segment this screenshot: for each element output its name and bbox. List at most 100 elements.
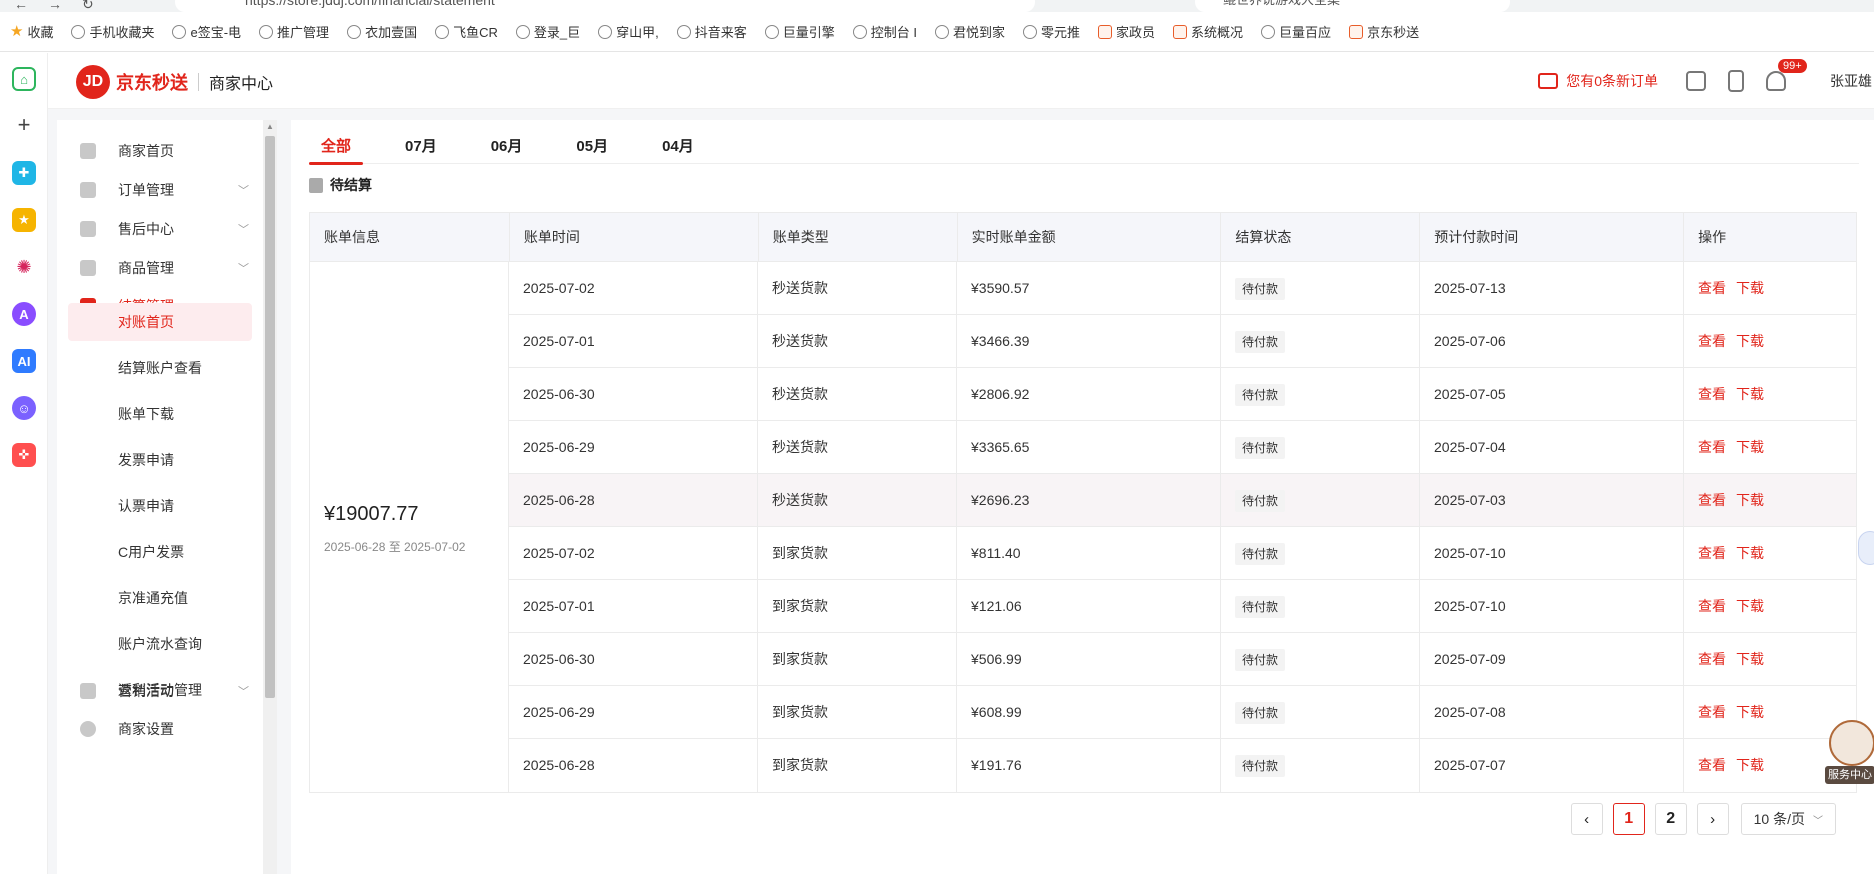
view-link[interactable]: 查看 — [1698, 492, 1726, 508]
scrollbar-thumb[interactable] — [265, 136, 275, 698]
sidebar-item-aftersales[interactable]: 售后中心 ﹀ — [57, 209, 263, 249]
printer-icon[interactable] — [1686, 71, 1706, 91]
bookmark-item[interactable]: ★ 收藏 — [10, 22, 53, 41]
bookmark-item[interactable]: 衣加壹国 — [347, 22, 417, 41]
bookmark-item[interactable]: 京东秒送 — [1349, 22, 1419, 41]
tablet-icon[interactable] — [1728, 70, 1744, 92]
add-icon[interactable]: + — [12, 112, 36, 137]
pay-date-cell: 2025-07-06 — [1420, 315, 1684, 367]
service-center-button[interactable]: 服务中心 — [1825, 720, 1874, 786]
view-link[interactable]: 查看 — [1698, 280, 1726, 296]
bookmark-item[interactable]: 推广管理 — [259, 22, 329, 41]
sidebar-scrollbar[interactable]: ▲ — [263, 120, 277, 874]
bookmark-label: 系统概况 — [1191, 25, 1244, 40]
download-link[interactable]: 下载 — [1736, 545, 1764, 561]
app-icon-1[interactable]: ✚ — [12, 161, 36, 185]
ai-icon-1[interactable]: A — [12, 302, 36, 326]
sidebar-subitem[interactable]: 认票申请 — [68, 487, 252, 525]
download-link[interactable]: 下载 — [1736, 333, 1764, 349]
view-link[interactable]: 查看 — [1698, 545, 1726, 561]
download-link[interactable]: 下载 — [1736, 386, 1764, 402]
sidebar-subitem[interactable]: 对账首页 — [68, 303, 252, 341]
sidebar-item-orders[interactable]: 订单管理 ﹀ — [57, 170, 263, 210]
favicon-icon — [347, 24, 362, 39]
favicon-icon — [259, 24, 274, 39]
download-link[interactable]: 下载 — [1736, 439, 1764, 455]
forward-icon[interactable]: → — [48, 0, 62, 12]
download-link[interactable]: 下载 — [1736, 598, 1764, 614]
game-icon[interactable]: ✜ — [12, 443, 36, 467]
view-link[interactable]: 查看 — [1698, 651, 1726, 667]
prev-page-button[interactable]: ‹ — [1570, 803, 1603, 835]
bookmark-item[interactable]: 系统概况 — [1173, 22, 1243, 41]
status-cell: 待付款 — [1221, 315, 1420, 367]
download-link[interactable]: 下载 — [1736, 704, 1764, 720]
sidebar-item-home[interactable]: 商家首页 — [57, 131, 263, 171]
bill-type-cell: 到家货款 — [758, 686, 957, 738]
tab-month[interactable]: 07月 — [393, 120, 449, 164]
app-icon-3[interactable]: ✺ — [12, 255, 36, 279]
status-badge: 待付款 — [1235, 437, 1286, 460]
tab-month[interactable]: 全部 — [309, 120, 364, 165]
back-icon[interactable]: ← — [14, 0, 28, 12]
bill-amount-cell: ¥2806.92 — [957, 368, 1221, 420]
scroll-up-icon[interactable]: ▲ — [266, 122, 274, 131]
side-float-button[interactable] — [1858, 531, 1874, 565]
pagination: ‹ 1 2 › 10 条/页 ﹀ — [1561, 803, 1836, 835]
bot-icon[interactable]: ☺ — [12, 396, 36, 420]
brand-logo[interactable]: JD 京东秒送 商家中心 — [76, 65, 273, 99]
bookmark-item[interactable]: 家政员 — [1098, 22, 1155, 41]
user-name[interactable]: 张亚雄 — [1830, 71, 1872, 91]
page-2-button[interactable]: 2 — [1654, 803, 1687, 835]
bookmark-item[interactable]: 飞鱼CR — [435, 22, 498, 41]
bookmark-item[interactable]: 零元推 — [1023, 22, 1080, 41]
bookmark-item[interactable]: 君悦到家 — [934, 22, 1005, 41]
new-order-notice[interactable]: 您有0条新订单 — [1538, 71, 1658, 91]
tab-month[interactable]: 04月 — [650, 120, 706, 164]
tab-month[interactable]: 05月 — [564, 120, 620, 164]
download-link[interactable]: 下载 — [1736, 280, 1764, 296]
favicon-icon — [676, 24, 691, 39]
sidebar-subitem[interactable]: 结算账户查看 — [68, 349, 252, 387]
home-icon[interactable]: ⌂ — [12, 67, 36, 91]
bookmark-item[interactable]: 控制台 I — [852, 22, 917, 41]
address-bar[interactable]: https://store.jddj.com/financial/stateme… — [175, 0, 1035, 12]
next-page-button[interactable]: › — [1696, 803, 1729, 835]
sidebar-item-products[interactable]: 商品管理 ﹀ — [57, 248, 263, 288]
view-link[interactable]: 查看 — [1698, 386, 1726, 402]
bookmark-item[interactable]: e签宝-电 — [172, 22, 241, 41]
view-link[interactable]: 查看 — [1698, 598, 1726, 614]
bell-icon[interactable]: 99+ — [1766, 59, 1807, 91]
bill-date-cell: 2025-06-29 — [509, 421, 758, 473]
reload-icon[interactable]: ↻ — [82, 0, 94, 12]
browser-search[interactable]: 鲲世界说游戏大全集 — [1195, 0, 1510, 12]
view-link[interactable]: 查看 — [1698, 757, 1726, 773]
sidebar-subitem[interactable]: C用户发票 — [68, 533, 252, 571]
bookmark-item[interactable]: 巨量百应 — [1261, 22, 1331, 41]
page-1-button[interactable]: 1 — [1612, 803, 1645, 835]
bookmark-item[interactable]: 抖音来客 — [676, 22, 747, 41]
bill-date-cell: 2025-06-28 — [509, 739, 758, 792]
view-link[interactable]: 查看 — [1698, 333, 1726, 349]
star-app-icon[interactable]: ★ — [12, 208, 36, 232]
sidebar-subitem[interactable]: 账户流水查询 — [68, 625, 252, 663]
bookmark-item[interactable]: 手机收藏夹 — [71, 22, 154, 41]
sidebar-item-settings[interactable]: 商家设置 — [57, 709, 263, 749]
bookmark-item[interactable]: 登录_巨 — [515, 22, 580, 41]
sidebar-item-marketing[interactable]: 营销活动 ﹀ — [57, 671, 263, 711]
download-link[interactable]: 下载 — [1736, 651, 1764, 667]
download-link[interactable]: 下载 — [1736, 757, 1764, 773]
ai-icon-2[interactable]: AI — [12, 349, 36, 373]
download-link[interactable]: 下载 — [1736, 492, 1764, 508]
sidebar-subitem[interactable]: 发票申请 — [68, 441, 252, 479]
section-title-text: 待结算 — [330, 177, 372, 193]
bookmark-item[interactable]: 巨量引擎 — [764, 22, 835, 41]
bookmark-item[interactable]: 穿山甲, — [598, 22, 659, 41]
sidebar-subitem[interactable]: 账单下载 — [68, 395, 252, 433]
status-badge: 待付款 — [1235, 490, 1286, 513]
page-size-select[interactable]: 10 条/页 ﹀ — [1740, 803, 1836, 835]
tab-month[interactable]: 06月 — [479, 120, 535, 164]
view-link[interactable]: 查看 — [1698, 439, 1726, 455]
sidebar-subitem[interactable]: 京准通充值 — [68, 579, 252, 617]
view-link[interactable]: 查看 — [1698, 704, 1726, 720]
